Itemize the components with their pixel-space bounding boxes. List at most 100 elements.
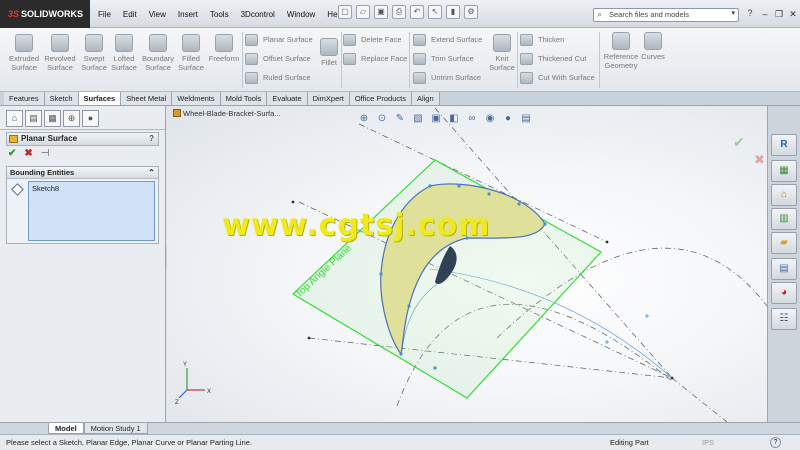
menu-tools[interactable]: Tools: [204, 10, 235, 19]
knit-surface-button[interactable]: Knit Surface: [484, 34, 520, 72]
section-view-icon[interactable]: ▧: [411, 113, 425, 124]
edit-appearance-icon[interactable]: ◉: [483, 113, 497, 124]
sketch-point: [605, 240, 609, 244]
zoom-to-area-icon[interactable]: ⊙: [375, 113, 389, 124]
hide-show-icon[interactable]: ∞: [465, 113, 479, 124]
sketch-point[interactable]: [399, 352, 403, 356]
help-icon[interactable]: ?: [149, 133, 154, 145]
tab-features[interactable]: Features: [4, 92, 45, 105]
menu-3dcontrol[interactable]: 3Dcontrol: [235, 10, 281, 19]
open-icon[interactable]: ▱: [356, 5, 370, 19]
minimize-icon[interactable]: –: [760, 8, 770, 20]
chevron-down-icon[interactable]: ▾: [731, 9, 735, 17]
file-explorer-icon[interactable]: ⌂: [771, 184, 797, 206]
forum-icon[interactable]: ☷: [771, 308, 797, 330]
thicken-button[interactable]: Thicken: [520, 33, 564, 47]
tab-model[interactable]: Model: [48, 423, 84, 434]
view-settings-icon[interactable]: ▤: [519, 113, 533, 124]
extend-surface-button[interactable]: Extend Surface: [413, 33, 482, 47]
sketch-point[interactable]: [457, 184, 461, 188]
lofted-surface-button[interactable]: Lofted Surface: [106, 34, 142, 72]
configuration-manager-icon[interactable]: ▦: [44, 110, 61, 127]
tab-align[interactable]: Align: [411, 92, 440, 105]
pushpin-icon[interactable]: ⊣: [41, 149, 50, 162]
help-icon[interactable]: ?: [770, 437, 781, 448]
property-manager-icon[interactable]: ▤: [25, 110, 42, 127]
revolved-surface-button[interactable]: Revolved Surface: [42, 34, 78, 72]
thickened-cut-button[interactable]: Thickened Cut: [520, 52, 586, 66]
close-icon[interactable]: ✕: [788, 8, 798, 20]
confirmation-cancel-icon[interactable]: ✖: [754, 152, 765, 168]
appearances-icon[interactable]: ◕: [771, 282, 797, 304]
curves-button[interactable]: Curves: [638, 32, 668, 61]
planar-surface-button[interactable]: Planar Surface: [245, 33, 313, 47]
offset-surface-button[interactable]: Offset Surface: [245, 52, 311, 66]
cut-with-surface-button[interactable]: Cut With Surface: [520, 71, 595, 85]
restore-icon[interactable]: ❐: [774, 8, 784, 20]
display-manager-icon[interactable]: ●: [82, 110, 99, 127]
folder-icon[interactable]: ▰: [771, 232, 797, 254]
bounding-entities-selection-box[interactable]: Sketch8: [28, 181, 155, 241]
select-icon[interactable]: ↖: [428, 5, 442, 19]
view-palette-icon[interactable]: ▥: [771, 208, 797, 230]
tab-surfaces[interactable]: Surfaces: [78, 92, 122, 105]
tab-dimxpert[interactable]: DimXpert: [307, 92, 350, 105]
undo-icon[interactable]: ↶: [410, 5, 424, 19]
tab-weldments[interactable]: Weldments: [172, 92, 221, 105]
delete-face-button[interactable]: Delete Face: [343, 33, 401, 47]
tab-office-products[interactable]: Office Products: [349, 92, 412, 105]
custom-properties-icon[interactable]: ▤: [771, 258, 797, 280]
feature-tree-icon[interactable]: ⌂: [6, 110, 23, 127]
menu-window[interactable]: Window: [281, 10, 321, 19]
list-item[interactable]: Sketch8: [32, 184, 151, 193]
units-selector[interactable]: IPS: [702, 435, 714, 450]
help-icon[interactable]: ?: [743, 8, 757, 22]
sketch-point[interactable]: [517, 202, 521, 206]
sketch-point[interactable]: [543, 222, 547, 226]
menu-edit[interactable]: Edit: [117, 10, 143, 19]
sketch-point[interactable]: [407, 304, 411, 308]
menu-insert[interactable]: Insert: [172, 10, 204, 19]
sketch-point[interactable]: [487, 192, 491, 196]
boundary-surface-button[interactable]: Boundary Surface: [140, 34, 176, 72]
trim-surface-button[interactable]: Trim Surface: [413, 52, 474, 66]
collapse-icon[interactable]: ⌃: [148, 167, 155, 178]
previous-view-icon[interactable]: ✎: [393, 113, 407, 124]
sketch-point[interactable]: [379, 272, 383, 276]
graphics-viewport[interactable]: Top Angle Plane Y X Z Wheel-Blade-Bracke…: [167, 106, 767, 422]
cancel-button[interactable]: ✖: [24, 149, 32, 162]
sketch-point[interactable]: [428, 184, 432, 188]
confirmation-ok-icon[interactable]: ✔: [733, 134, 745, 151]
freeform-button[interactable]: Freeform: [206, 34, 242, 63]
tab-sheet-metal[interactable]: Sheet Metal: [121, 92, 173, 105]
replace-face-button[interactable]: Replace Face: [343, 52, 407, 66]
zoom-to-fit-icon[interactable]: ⊕: [357, 113, 371, 124]
filled-surface-button[interactable]: Filled Surface: [173, 34, 209, 72]
ruled-surface-button[interactable]: Ruled Surface: [245, 71, 311, 85]
tab-mold-tools[interactable]: Mold Tools: [220, 92, 268, 105]
design-library-icon[interactable]: ▦: [771, 160, 797, 182]
view-orientation-icon[interactable]: ▣: [429, 113, 443, 124]
group-title[interactable]: Bounding Entities ⌃: [7, 167, 158, 179]
rebuild-icon[interactable]: ▮: [446, 5, 460, 19]
tab-motion-study-1[interactable]: Motion Study 1: [83, 423, 148, 434]
resources-icon[interactable]: R: [771, 134, 797, 156]
dimxpert-manager-icon[interactable]: ⊕: [63, 110, 80, 127]
untrim-surface-button[interactable]: Untrim Surface: [413, 71, 481, 85]
ok-button[interactable]: ✔: [8, 149, 16, 162]
tab-evaluate[interactable]: Evaluate: [267, 92, 308, 105]
options-icon[interactable]: ⚙: [464, 5, 478, 19]
sketch-point[interactable]: [433, 366, 437, 370]
solidworks-logo[interactable]: 3S SOLIDWORKS: [0, 0, 90, 28]
menu-view[interactable]: View: [143, 10, 172, 19]
display-style-icon[interactable]: ◧: [447, 113, 461, 124]
apply-scene-icon[interactable]: ●: [501, 113, 515, 124]
new-icon[interactable]: ▢: [338, 5, 352, 19]
tab-sketch[interactable]: Sketch: [44, 92, 79, 105]
save-icon[interactable]: ▣: [374, 5, 388, 19]
reference-geometry-button[interactable]: Reference Geometry: [602, 32, 640, 70]
search-input[interactable]: ⌕ Search files and models ▾: [593, 8, 739, 22]
print-icon[interactable]: ⎙: [392, 5, 406, 19]
extruded-surface-button[interactable]: Extruded Surface: [6, 34, 42, 72]
menu-file[interactable]: File: [92, 10, 117, 19]
